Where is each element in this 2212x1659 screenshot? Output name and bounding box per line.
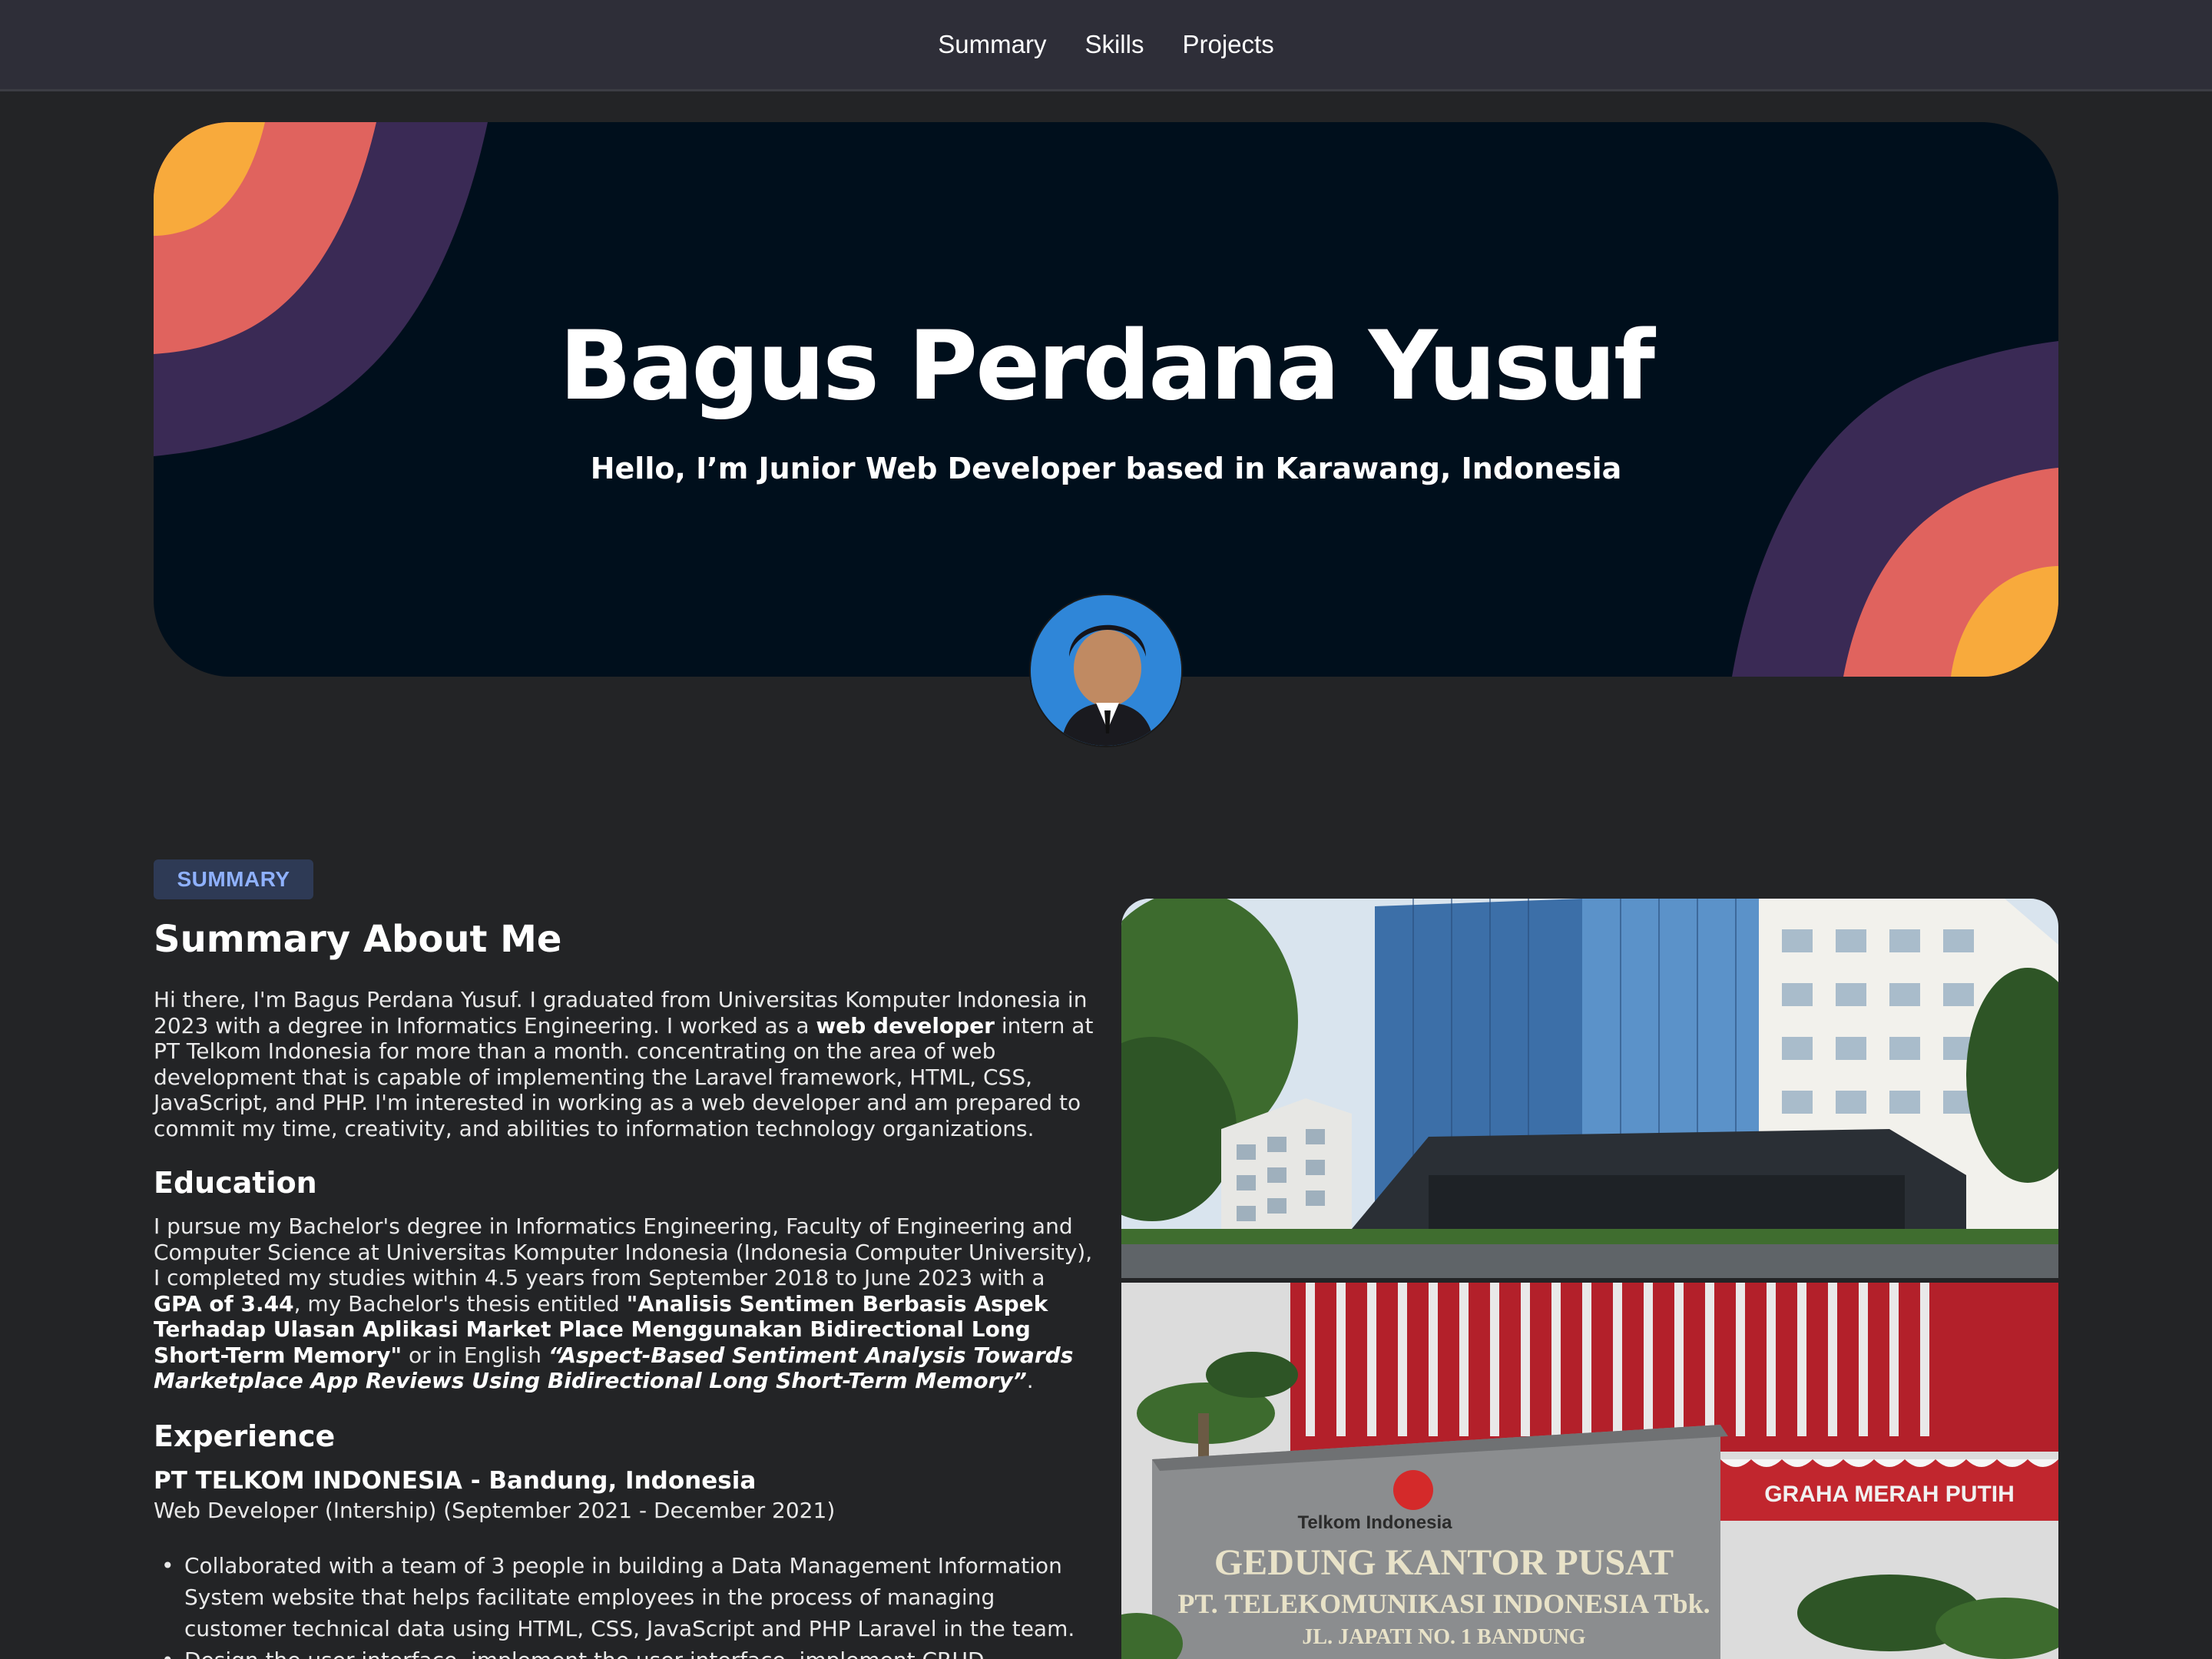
list-item: Design the user interface, implement the… [161, 1644, 1083, 1659]
nav-projects-link[interactable]: Projects [1182, 30, 1273, 59]
experience-role: Web Developer (Intership) (September 202… [154, 1498, 836, 1523]
experience-company: PT TELKOM INDONESIA - Bandung, Indonesia [154, 1467, 757, 1495]
list-item: Collaborated with a team of 3 people in … [161, 1550, 1083, 1644]
nav-skills-link[interactable]: Skills [1084, 30, 1144, 59]
about-paragraph: Hi there, I'm Bagus Perdana Yusuf. I gra… [154, 987, 1094, 1141]
building-sign-text: GEDUNG KANTOR PUSAT [1214, 1542, 1674, 1583]
office-photos: GRAHA MERAH PUTIH Telkom Indonesia GEDUN… [1121, 899, 2058, 1659]
office-sign-photo: GRAHA MERAH PUTIH Telkom Indonesia GEDUN… [1121, 1283, 2058, 1659]
hero-title: Bagus Perdana Yusuf [559, 311, 1655, 422]
profile-avatar [1029, 594, 1183, 747]
experience-heading: Experience [154, 1419, 336, 1453]
summary-badge: SUMMARY [154, 859, 313, 899]
experience-list: Collaborated with a team of 3 people in … [161, 1550, 1083, 1659]
building-sign-text-2: PT. TELEKOMUNIKASI INDONESIA Tbk. [1177, 1588, 1710, 1619]
nav-summary-link[interactable]: Summary [938, 30, 1046, 59]
education-paragraph: I pursue my Bachelor's degree in Informa… [154, 1214, 1093, 1393]
office-tower-photo [1121, 899, 2058, 1278]
building-sign-text-3: JL. JAPATI NO. 1 BANDUNG [1302, 1625, 1585, 1649]
education-heading: Education [154, 1166, 317, 1200]
building-banner-text: GRAHA MERAH PUTIH [1764, 1482, 2015, 1507]
telkom-logo-text: Telkom Indonesia [1298, 1512, 1453, 1533]
hero-subtitle: Hello, I’m Junior Web Developer based in… [590, 452, 1622, 485]
top-navbar: Summary Skills Projects [0, 0, 2212, 91]
summary-heading: Summary About Me [154, 918, 562, 961]
